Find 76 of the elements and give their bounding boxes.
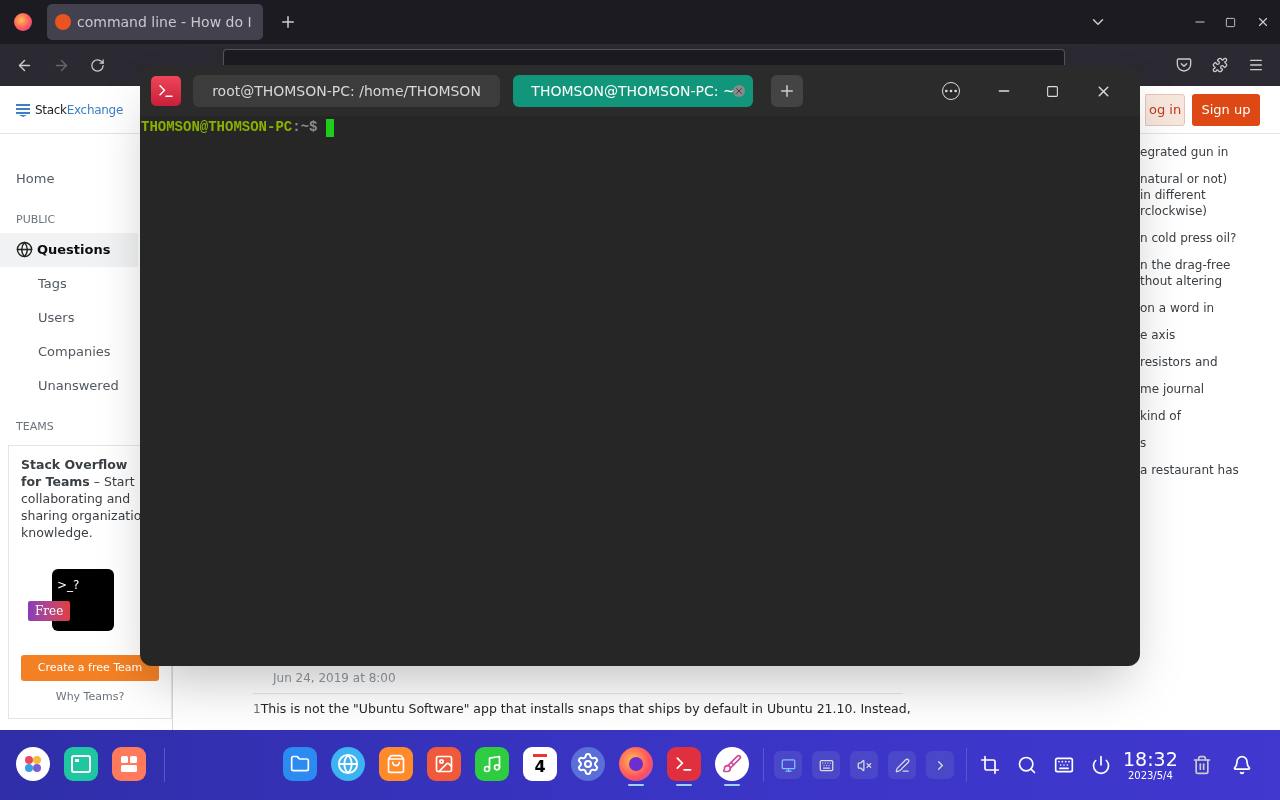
trash-icon[interactable] [1191,755,1212,775]
puzzle-icon[interactable] [1212,57,1228,73]
brush-icon[interactable] [715,747,749,781]
site-icon [55,14,71,30]
nav-item[interactable]: Tags [0,266,138,301]
browser-tab[interactable]: command line - How do I [47,4,263,40]
music-icon[interactable] [475,747,509,781]
close-icon[interactable] [1256,15,1270,29]
clock-time: 18:32 [1123,749,1178,769]
notification-icon[interactable] [1231,755,1252,775]
hot-question-link[interactable]: s [1140,435,1260,451]
section-heading: PUBLIC [15,212,57,228]
search-icon[interactable] [1017,755,1037,775]
shopping-bag-icon[interactable] [379,747,413,781]
terminal-tab[interactable]: root@THOMSON-PC: /home/THOMSON [193,75,500,107]
hot-question-link[interactable]: a restaurant has [1140,462,1260,478]
teams-description: Stack Overflow for Teams – Start collaborating and sharing organizatio knowledge. [21,456,143,541]
new-tab-button[interactable] [771,75,803,107]
calendar-icon[interactable]: 4 [523,747,557,781]
screen-icon[interactable] [774,751,802,779]
hot-question-link[interactable]: n cold press oil? [1140,230,1260,246]
signup-button[interactable]: Sign up [1192,93,1260,126]
new-tab-icon[interactable] [279,13,297,31]
hot-question-link[interactable]: n the drag-free thout altering [1140,257,1260,289]
browser-icon[interactable] [331,747,365,781]
comment-score: 1 [253,701,261,718]
comment-text: This is not the "Ubuntu Software" app that installs snaps that ships by default in Ubuntu 21.10. Instead, [260,700,911,717]
terminal-icon[interactable] [667,747,701,781]
folder-icon[interactable] [283,747,317,781]
terminal-tab[interactable]: THOMSON@THOMSON-PC: ~ [513,75,753,107]
pocket-icon[interactable] [1176,57,1192,73]
calendar-day: 4 [534,758,546,775]
hot-question-link[interactable]: on a word in [1140,300,1260,316]
multitask-icon[interactable] [64,747,98,781]
widgets-icon[interactable] [112,747,146,781]
settings-icon[interactable] [571,747,605,781]
text-cursor [326,118,335,137]
tab-title: command line - How do I [77,12,252,32]
plus-icon [778,82,796,100]
mute-icon[interactable] [850,751,878,779]
timestamp: Jun 24, 2019 at 8:00 [253,669,903,694]
free-badge: Free [28,601,71,621]
screenshot-icon[interactable] [980,755,1000,775]
prompt-path: :~$ [292,118,318,137]
maximize-icon[interactable] [1046,84,1059,98]
power-icon[interactable] [1091,755,1111,775]
keyboard-icon[interactable] [1054,755,1074,775]
nav-item[interactable]: Unanswered [0,368,138,403]
hot-question-link[interactable]: natural or not) in different rclockwise) [1140,171,1260,219]
nav-item[interactable]: Users [0,300,138,335]
launcher-icon[interactable] [16,747,50,781]
prompt-user: THOMSON@THOMSON-PC [141,118,293,137]
firefox-icon[interactable] [619,747,653,781]
keyboard-icon[interactable] [812,751,840,779]
firefox-icon[interactable] [14,13,32,31]
hot-question-link[interactable]: e axis [1140,327,1260,343]
stack-logo-icon [16,102,30,117]
terminal-app-icon [151,76,181,106]
site-logo[interactable]: StackExchange [35,100,123,119]
hot-question-link[interactable]: egrated gun in [1140,144,1260,160]
hot-question-link[interactable]: kind of [1140,408,1260,424]
section-heading: TEAMS [15,418,55,435]
image-icon[interactable] [427,747,461,781]
pen-icon[interactable] [888,751,916,779]
nav-item[interactable]: Questions [0,232,138,267]
hot-question-link[interactable]: resistors and [1140,354,1260,370]
clock-date: 2023/5/4 [1127,770,1173,781]
nav-item[interactable]: Companies [0,334,138,369]
globe-icon [16,241,33,258]
menu-icon[interactable] [1248,57,1264,73]
nav-item[interactable]: Home [0,162,138,196]
hot-question-link[interactable]: me journal [1140,381,1260,397]
maximize-icon[interactable] [1225,16,1236,28]
why-teams-link[interactable]: Why Teams? [21,689,159,706]
login-button[interactable]: og in [1145,93,1185,126]
reload-icon[interactable] [90,57,105,73]
